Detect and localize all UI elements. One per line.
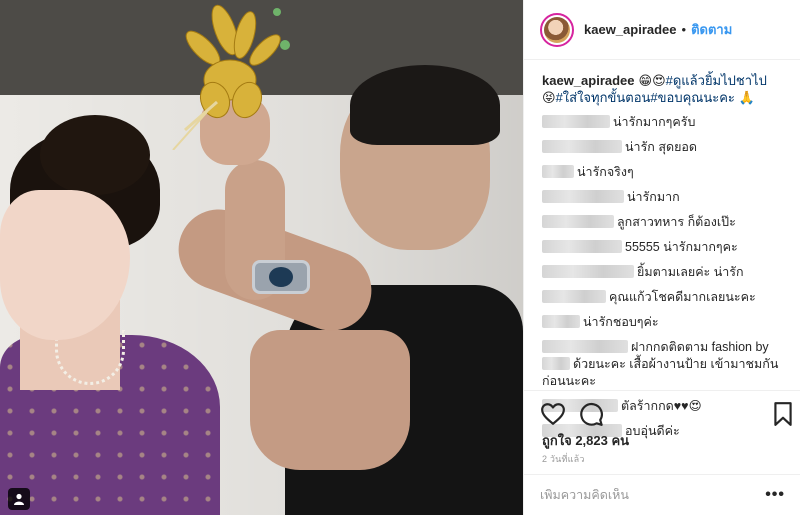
user-icon <box>14 493 24 505</box>
comment-text: น่ารักมาก <box>627 190 680 204</box>
blurred-username[interactable] <box>542 140 622 153</box>
blurred-username[interactable] <box>542 190 624 203</box>
blurred-username[interactable] <box>542 290 606 303</box>
list-item: ฝากกดติดตาม fashion by ด้วยนะคะ เสื้อผ้า… <box>542 339 794 390</box>
post-timestamp[interactable]: 2 วันที่แล้ว <box>542 452 585 466</box>
blurred-username[interactable] <box>542 315 580 328</box>
header-separator: • <box>681 22 687 37</box>
hashtag-link[interactable]: #ใส่ใจทุกขั้นตอน <box>556 90 651 105</box>
blurred-username[interactable] <box>542 215 614 228</box>
blurred-username[interactable] <box>542 115 610 128</box>
comment-text: น่ารัก สุดยอด <box>625 140 698 154</box>
comment-text: น่ารักมากๆครับ <box>613 115 696 129</box>
list-item: น่ารักมาก <box>542 189 794 206</box>
comment-text: ลูกสาวทหาร ก็ต้องเป๊ะ <box>617 215 736 229</box>
list-item: น่ารักชอบๆค่ะ <box>542 314 794 331</box>
like-count[interactable]: ถูกใจ 2,823 คน <box>542 430 629 451</box>
list-item: คุณแก้วโชคดีมากเลยนะคะ <box>542 289 794 306</box>
comment-icon[interactable] <box>578 401 604 427</box>
hashtag-link[interactable]: #ขอบคุณนะคะ <box>650 90 734 105</box>
caption-username[interactable]: kaew_apiradee <box>542 73 635 88</box>
list-item: น่ารัก สุดยอด <box>542 139 794 156</box>
avatar-image <box>544 16 570 43</box>
post-header: kaew_apiradee • ติดตาม <box>524 0 800 60</box>
header-username[interactable]: kaew_apiradee <box>584 22 677 37</box>
comment-text: ก่อนนะคะ <box>542 374 596 388</box>
comment-text: 55555 น่ารักมากๆคะ <box>625 240 738 254</box>
comment-text: น่ารักจริงๆ <box>577 165 634 179</box>
man-arm <box>250 330 410 470</box>
gold-hair-ornament <box>172 4 290 150</box>
hashtag-link[interactable]: #ดูแล้วยิ้มไปชาไป <box>666 73 767 88</box>
list-item: 55555 น่ารักมากๆคะ <box>542 239 794 256</box>
blurred-link[interactable] <box>542 357 570 370</box>
follow-button[interactable]: ติดตาม <box>691 19 732 40</box>
caption-emoji: 😝 <box>542 90 556 105</box>
man-hair <box>350 65 500 145</box>
blurred-username[interactable] <box>542 165 574 178</box>
comment-text: ยิ้มตามเลยค่ะ น่ารัก <box>637 265 744 279</box>
post-photo[interactable] <box>0 0 523 515</box>
blurred-username[interactable] <box>542 265 634 278</box>
heart-icon[interactable] <box>540 401 566 427</box>
list-item: ลูกสาวทหาร ก็ต้องเป๊ะ <box>542 214 794 231</box>
comment-text: คุณแก้วโชคดีมากเลยนะคะ <box>609 290 756 304</box>
comment-input[interactable] <box>540 488 766 502</box>
blurred-username[interactable] <box>542 340 628 353</box>
more-options-button[interactable]: ••• <box>765 486 785 504</box>
comment-text: น่ารักชอบๆค่ะ <box>583 315 659 329</box>
blurred-username[interactable] <box>542 240 622 253</box>
list-item: น่ารักจริงๆ <box>542 164 794 181</box>
tagged-user-button[interactable] <box>8 488 30 510</box>
caption-emoji: 🙏 <box>738 90 755 105</box>
wristwatch <box>252 260 310 294</box>
caption-emoji: 😁😍 <box>638 73 666 88</box>
list-item: น่ารักมากๆครับ <box>542 114 794 131</box>
post-details-panel: kaew_apiradee • ติดตาม kaew_apiradee 😁😍#ด… <box>523 0 800 515</box>
list-item: ยิ้มตามเลยค่ะ น่ารัก <box>542 264 794 281</box>
woman-hair-bun <box>40 115 150 195</box>
bookmark-icon[interactable] <box>770 401 796 427</box>
avatar[interactable] <box>540 12 574 47</box>
comment-text: ฝากกดติดตาม fashion by <box>631 340 769 354</box>
caption: kaew_apiradee 😁😍#ดูแล้วยิ้มไปชาไป 😝#ใส่ใจ… <box>542 72 794 106</box>
action-bar <box>524 390 800 435</box>
comment-text: ด้วยนะคะ เสื้อผ้างานป้าย เข้ามาชมกัน <box>573 357 779 371</box>
add-comment-bar: ••• <box>524 474 800 515</box>
